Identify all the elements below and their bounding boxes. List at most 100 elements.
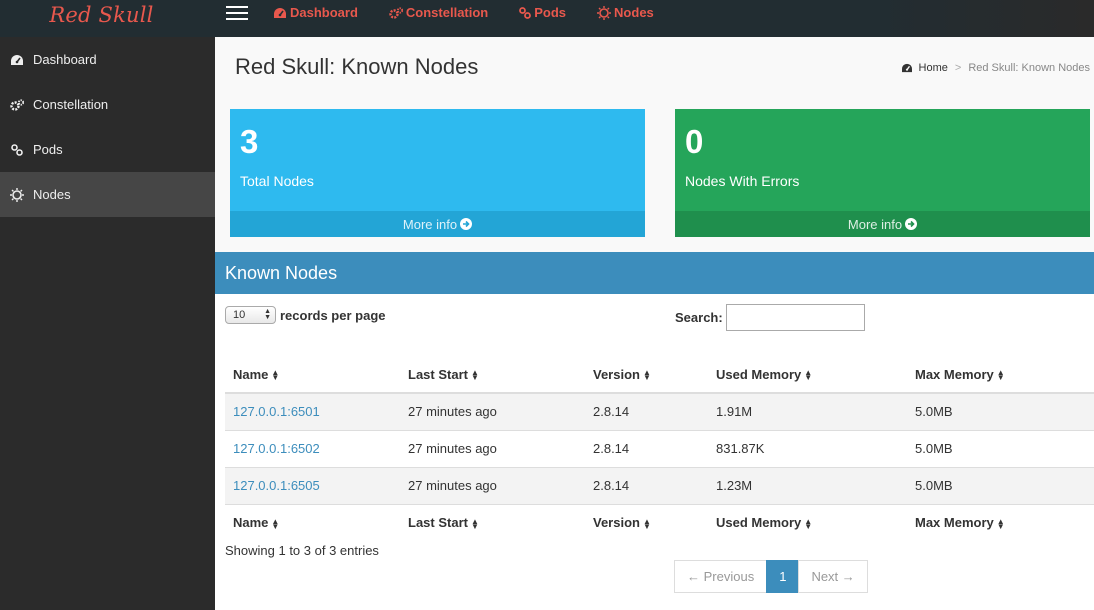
- breadcrumb-current: Red Skull: Known Nodes: [968, 62, 1090, 74]
- link-icon: [11, 143, 23, 156]
- column-footer-used-memory[interactable]: Used Memory ▲ ▼: [708, 503, 907, 541]
- node-link[interactable]: 127.0.0.1:6502: [233, 441, 320, 456]
- column-header-version[interactable]: Version ▲ ▼: [585, 356, 708, 394]
- topnav-dashboard[interactable]: Dashboard: [273, 5, 358, 20]
- cell-last-start: 27 minutes ago: [400, 392, 585, 430]
- cell-max-memory: 5.0MB: [907, 429, 1094, 467]
- column-footer-version[interactable]: Version ▲ ▼: [585, 503, 708, 541]
- topnav-pods[interactable]: Pods: [519, 5, 566, 20]
- link-icon: [519, 6, 532, 19]
- more-info-link[interactable]: More info: [675, 211, 1090, 237]
- stat-label: Nodes With Errors: [685, 173, 800, 189]
- table-row: 127.0.0.1:6502 27 minutes ago 2.8.14 831…: [225, 429, 1094, 467]
- panel-title: Known Nodes: [215, 252, 1094, 294]
- breadcrumb-separator: >: [954, 62, 962, 74]
- arrow-circle-right-icon: [460, 218, 473, 230]
- sidebar-item-constellation[interactable]: Constellation: [0, 82, 215, 127]
- topnav-label: Nodes: [614, 5, 654, 20]
- topnav-label: Pods: [534, 5, 567, 20]
- sort-icon: ▲ ▼: [996, 368, 1005, 383]
- more-info-label: More info: [402, 216, 458, 232]
- breadcrumb-home-label: Home: [918, 62, 948, 74]
- sort-icon: ▲ ▼: [642, 368, 651, 383]
- stat-box-total-nodes: 3 Total Nodes More info: [230, 109, 645, 237]
- sort-icon: ▲ ▼: [642, 516, 651, 531]
- select-arrows-icon: ▲ ▼: [264, 308, 271, 321]
- node-link[interactable]: 127.0.0.1:6501: [233, 404, 320, 419]
- table-row: 127.0.0.1:6505 27 minutes ago 2.8.14 1.2…: [225, 466, 1094, 504]
- sort-icon: ▲ ▼: [470, 516, 479, 531]
- topnav-constellation[interactable]: Constellation: [389, 5, 488, 20]
- sidebar-item-label: Constellation: [33, 97, 109, 112]
- breadcrumb-home[interactable]: Home: [901, 62, 948, 74]
- page-title: Red Skull: Known Nodes: [235, 54, 479, 79]
- sort-icon: ▲ ▼: [804, 368, 813, 383]
- search-label: Search:: [675, 310, 723, 325]
- records-per-page-value: 10: [233, 309, 246, 321]
- arrow-circle-right-icon: [905, 218, 918, 230]
- column-header-used-memory[interactable]: Used Memory ▲ ▼: [708, 356, 907, 394]
- cell-version: 2.8.14: [585, 429, 708, 467]
- node-link[interactable]: 127.0.0.1:6505: [233, 478, 320, 493]
- column-header-max-memory[interactable]: Max Memory ▲ ▼: [907, 356, 1094, 394]
- column-footer-name[interactable]: Name ▲ ▼: [225, 503, 400, 541]
- table-footer-row: Name ▲ ▼ Last Start ▲ ▼ Version ▲ ▼ Used Memor…: [225, 503, 1094, 541]
- column-header-last-start[interactable]: Last Start ▲ ▼: [400, 356, 585, 394]
- nodes-panel: 10 ▲ ▼ records per page Search: Name ▲ ▼ La…: [215, 294, 1094, 610]
- dashboard-icon: [11, 54, 23, 65]
- sun-icon: [597, 5, 612, 20]
- cell-used-memory: 1.23M: [708, 466, 907, 504]
- cell-used-memory: 831.87K: [708, 429, 907, 467]
- topnav-nodes[interactable]: Nodes: [597, 5, 654, 20]
- more-info-label: More info: [847, 216, 903, 232]
- table-header-row: Name ▲ ▼ Last Start ▲ ▼ Version ▲ ▼ Used Memor…: [225, 356, 1094, 394]
- sidebar-item-nodes[interactable]: Nodes: [0, 172, 215, 217]
- cell-max-memory: 5.0MB: [907, 392, 1094, 430]
- topnav-label: Dashboard: [290, 5, 358, 20]
- stat-label: Total Nodes: [240, 173, 314, 189]
- top-navbar: Dashboard Constellation Pods Nodes: [215, 0, 1094, 37]
- stat-value: 0: [685, 123, 704, 160]
- cell-max-memory: 5.0MB: [907, 466, 1094, 504]
- more-info-link[interactable]: More info: [230, 211, 645, 237]
- sort-icon: ▲ ▼: [804, 516, 813, 531]
- topnav-label: Constellation: [405, 5, 489, 20]
- column-footer-last-start[interactable]: Last Start ▲ ▼: [400, 503, 585, 541]
- stat-box-node-errors: 0 Nodes With Errors More info: [675, 109, 1090, 237]
- records-per-page-select[interactable]: 10 ▲ ▼: [225, 306, 276, 324]
- top-bar: Red Skull Dashboard Constellation Pods N…: [0, 0, 1094, 37]
- sidebar-item-label: Nodes: [33, 187, 71, 202]
- cell-used-memory: 1.91M: [708, 392, 907, 430]
- nodes-table: Name ▲ ▼ Last Start ▲ ▼ Version ▲ ▼ Used Memor…: [225, 356, 1094, 541]
- sidebar-toggle-button[interactable]: [226, 5, 248, 20]
- sidebar-item-label: Dashboard: [33, 52, 97, 67]
- previous-page-button[interactable]: ← Previous: [674, 560, 768, 593]
- brand-text: Red Skull: [49, 2, 154, 27]
- page-1-button[interactable]: 1: [766, 560, 800, 593]
- pagination: ← Previous 1 Next →: [674, 560, 868, 593]
- sort-icon: ▲ ▼: [470, 368, 479, 383]
- next-page-button[interactable]: Next →: [798, 560, 868, 593]
- breadcrumb: Home > Red Skull: Known Nodes: [901, 62, 1090, 74]
- column-footer-max-memory[interactable]: Max Memory ▲ ▼: [907, 503, 1094, 541]
- gears-icon: [10, 98, 24, 111]
- table-row: 127.0.0.1:6501 27 minutes ago 2.8.14 1.9…: [225, 392, 1094, 430]
- cell-last-start: 27 minutes ago: [400, 429, 585, 467]
- column-header-name[interactable]: Name ▲ ▼: [225, 356, 400, 394]
- dashboard-icon: [274, 7, 286, 18]
- sort-icon: ▲ ▼: [271, 516, 280, 531]
- records-per-page-label: records per page: [280, 307, 386, 323]
- sidebar-item-dashboard[interactable]: Dashboard: [0, 37, 215, 82]
- dashboard-icon: [901, 63, 912, 73]
- search-input[interactable]: [725, 304, 865, 331]
- sidebar-item-pods[interactable]: Pods: [0, 127, 215, 172]
- search-control: Search:: [675, 304, 865, 331]
- stat-value: 3: [240, 123, 259, 160]
- cell-version: 2.8.14: [585, 466, 708, 504]
- sun-icon: [10, 187, 24, 202]
- sidebar-item-label: Pods: [33, 142, 63, 157]
- table-info: Showing 1 to 3 of 3 entries: [225, 543, 379, 558]
- brand-logo[interactable]: Red Skull: [0, 0, 215, 37]
- sidebar: Dashboard Constellation Pods Nodes: [0, 37, 215, 610]
- records-per-page-control: 10 ▲ ▼ records per page: [225, 306, 386, 324]
